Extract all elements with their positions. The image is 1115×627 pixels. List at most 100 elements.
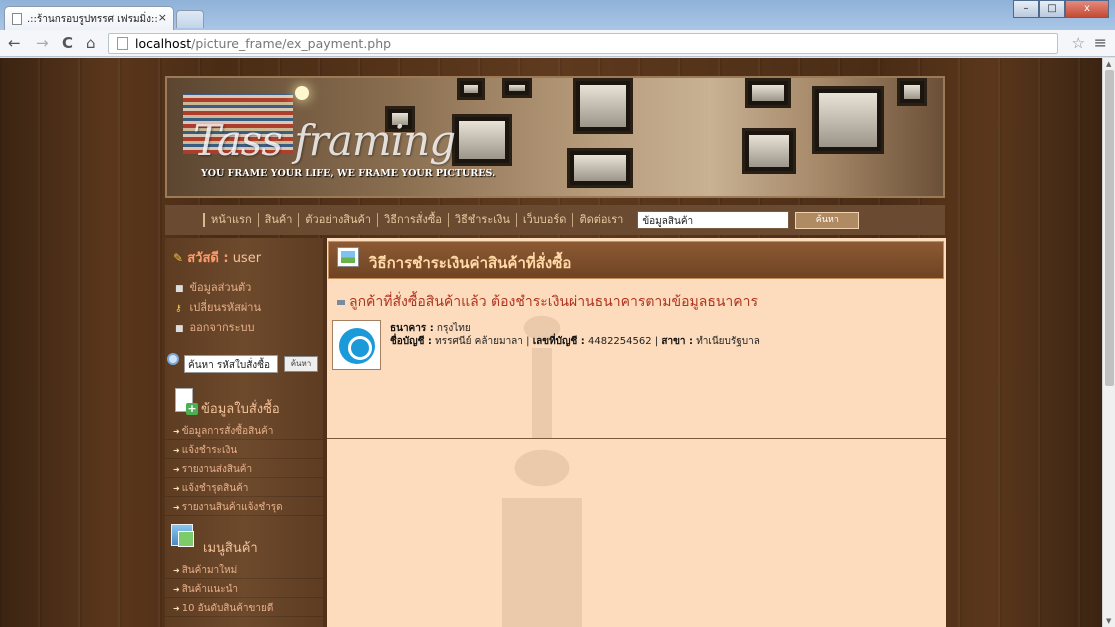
browser-menu-icon[interactable]: ≡	[1094, 33, 1107, 52]
frame-image	[742, 128, 796, 174]
menu-item-label: 10 อันดับสินค้าขายดี	[181, 603, 274, 614]
separator: |	[654, 336, 659, 347]
product-menu-item[interactable]: ➜ 10 อันดับสินค้าขายดี	[165, 598, 323, 617]
nav-item-home[interactable]: หน้าแรก	[203, 213, 258, 227]
page-favicon-icon	[12, 13, 22, 25]
sidebar: ✎ สวัสดี : user ■ ข้อมูลส่วนตัว ⚷ เปลี่ย…	[165, 238, 323, 627]
window-controls: – □ x	[1013, 0, 1109, 20]
product-menu-icon	[171, 524, 194, 547]
bank-row: ธนาคาร : กรุงไทย	[390, 322, 760, 335]
bookmark-star-icon[interactable]: ☆	[1072, 34, 1085, 52]
menu-item-label: แจ้งชำรุดสินค้า	[181, 483, 249, 494]
order-menu-item[interactable]: ➜ รายงานสินค้าแจ้งชำรุด	[165, 497, 323, 516]
arrow-bullet-icon: ➜	[173, 465, 180, 474]
main-content: วิธีการชำระเงินค่าสินค้าที่สั่งซื้อ ลูกค…	[327, 238, 946, 627]
sidebar-link-logout[interactable]: ■ ออกจากระบบ	[175, 318, 254, 336]
menu-item-label: ข้อมูลการสั่งซื้อสินค้า	[181, 426, 274, 437]
sidebar-link-label: ออกจากระบบ	[189, 321, 255, 334]
bank-name: กรุงไทย	[436, 323, 471, 334]
back-arrow-icon[interactable]: ←	[8, 34, 21, 52]
menu-item-label: แจ้งชำระเงิน	[181, 445, 238, 456]
tab-close-icon[interactable]: ×	[158, 11, 167, 24]
account-name-label: ชื่อบัญชี :	[390, 336, 432, 347]
reload-icon[interactable]: C	[62, 34, 73, 52]
frame-image	[812, 86, 884, 154]
frame-image	[502, 78, 532, 98]
arrow-bullet-icon: ➜	[173, 585, 180, 594]
order-menu-item[interactable]: ➜ แจ้งชำระเงิน	[165, 440, 323, 459]
document-add-icon	[175, 388, 198, 415]
sidebar-link-profile[interactable]: ■ ข้อมูลส่วนตัว	[175, 278, 251, 296]
sidebar-link-label: ข้อมูลส่วนตัว	[189, 281, 252, 294]
sidebar-link-label: เปลี่ยนรหัสผ่าน	[189, 301, 261, 314]
order-search-button[interactable]: ค้นหา	[284, 356, 318, 372]
order-menu-item[interactable]: ➜ รายงานส่งสินค้า	[165, 459, 323, 478]
forward-arrow-icon[interactable]: →	[36, 34, 49, 52]
arrow-bullet-icon: ➜	[173, 503, 180, 512]
minimize-button[interactable]: –	[1013, 0, 1039, 18]
separator: |	[526, 336, 530, 347]
home-icon[interactable]: ⌂	[86, 34, 96, 52]
url-host: localhost	[135, 36, 192, 51]
maximize-button[interactable]: □	[1039, 0, 1065, 18]
browser-tab[interactable]: .::ร้านกรอบรูปทรรศ เฟรมมิ่ง:: ×	[4, 6, 174, 30]
account-no: 4482254562	[587, 336, 652, 347]
order-search-input[interactable]: ค้นหา รหัสใบสั่งซื้อ	[184, 355, 278, 373]
tab-title: .::ร้านกรอบรูปทรรศ เฟรมมิ่ง::	[27, 14, 158, 25]
nav-item-webboard[interactable]: เว็บบอร์ด	[515, 213, 573, 227]
browser-toolbar: ← → C ⌂ localhost/picture_frame/ex_payme…	[0, 30, 1115, 57]
arrow-bullet-icon: ➜	[173, 427, 180, 436]
nav-item-how-to-order[interactable]: วิธีการสั่งซื้อ	[377, 213, 448, 227]
nav-item-payment[interactable]: วิธีชำระเงิน	[447, 213, 516, 227]
scrollbar-thumb[interactable]	[1105, 70, 1114, 386]
page-scrollbar[interactable]: ▲ ▼	[1102, 58, 1115, 627]
bank-info: ธนาคาร : กรุงไทย ชื่อบัญชี : ทรรศนีย์ คล…	[390, 322, 760, 348]
frame-image	[457, 78, 485, 100]
site-logo-text: Tass framing	[193, 116, 456, 165]
bullet-icon	[337, 299, 345, 305]
scroll-down-icon[interactable]: ▼	[1106, 617, 1111, 625]
image-icon	[337, 247, 359, 267]
product-search-input[interactable]: ข้อมูลสินค้า	[637, 211, 790, 229]
product-section-title: เมนูสินค้า	[203, 541, 258, 556]
bank-label: ธนาคาร :	[390, 323, 434, 334]
content-header: วิธีการชำระเงินค่าสินค้าที่สั่งซื้อ	[328, 241, 944, 279]
nav-item-examples[interactable]: ตัวอย่างสินค้า	[298, 213, 377, 227]
search-icon	[167, 353, 179, 365]
key-icon: ⚷	[175, 304, 182, 314]
menu-item-label: รายงานส่งสินค้า	[181, 464, 253, 475]
order-menu-item[interactable]: ➜ แจ้งชำรุดสินค้า	[165, 478, 323, 497]
site-banner: Tass framing YOU FRAME YOUR LIFE, WE FRA…	[165, 76, 945, 198]
frame-image	[745, 78, 791, 108]
page-icon	[117, 37, 128, 50]
menu-item-label: สินค้าแนะนำ	[181, 584, 239, 595]
arrow-bullet-icon: ➜	[173, 604, 180, 613]
new-tab-button[interactable]	[176, 10, 204, 28]
product-menu-item[interactable]: ➜ สินค้ามาใหม่	[165, 560, 323, 579]
branch-label: สาขา :	[661, 336, 694, 347]
arrow-bullet-icon: ➜	[173, 566, 180, 575]
scroll-up-icon[interactable]: ▲	[1106, 60, 1111, 68]
nav-item-products[interactable]: สินค้า	[257, 213, 299, 227]
account-name: ทรรศนีย์ คล้ายมาลา	[435, 336, 523, 347]
product-search-button[interactable]: ค้นหา	[795, 211, 860, 229]
product-menu-item[interactable]: ➜ สินค้าแนะนำ	[165, 579, 323, 598]
main-nav: หน้าแรก สินค้า ตัวอย่างสินค้า วิธีการสั่…	[165, 205, 945, 235]
site-tagline: YOU FRAME YOUR LIFE, WE FRAME YOUR PICTU…	[201, 168, 496, 179]
page-title: วิธีการชำระเงินค่าสินค้าที่สั่งซื้อ	[369, 254, 572, 272]
nav-item-contact[interactable]: ติดต่อเรา	[572, 213, 629, 227]
address-bar[interactable]: localhost/picture_frame/ex_payment.php	[108, 33, 1058, 54]
lamp-image	[295, 86, 309, 100]
sidebar-link-change-password[interactable]: ⚷ เปลี่ยนรหัสผ่าน	[175, 298, 261, 316]
order-menu-item[interactable]: ➜ ข้อมูลการสั่งซื้อสินค้า	[165, 421, 323, 440]
frame-image	[567, 148, 633, 188]
content-divider	[327, 438, 946, 439]
bank-logo	[332, 320, 381, 370]
account-row: ชื่อบัญชี : ทรรศนีย์ คล้ายมาลา | เลขที่บ…	[390, 335, 760, 348]
order-section-title: ข้อมูลใบสั่งซื้อ	[201, 402, 280, 417]
krungthai-logo-icon	[339, 328, 375, 364]
username: user	[232, 251, 262, 266]
window-close-button[interactable]: x	[1065, 0, 1109, 18]
branch: ทำเนียบรัฐบาล	[696, 336, 760, 347]
menu-item-label: สินค้ามาใหม่	[181, 565, 238, 576]
